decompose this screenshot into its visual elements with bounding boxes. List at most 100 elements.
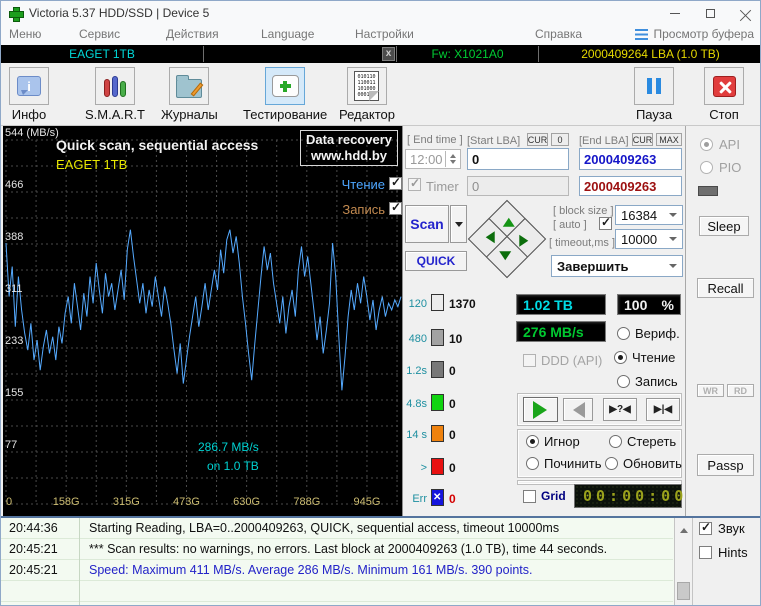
logs-button[interactable]: Журналы xyxy=(161,67,218,122)
end-lba-max-button[interactable]: MAX xyxy=(656,133,682,146)
action-remap-radio[interactable] xyxy=(526,457,539,470)
stop-button[interactable]: Стоп xyxy=(704,67,744,122)
menu-item-service[interactable]: Сервис xyxy=(79,27,120,41)
stop-label: Стоп xyxy=(709,107,738,122)
info-button[interactable]: i Инфо xyxy=(9,67,49,122)
start-lba-zero-button[interactable]: 0 xyxy=(551,133,569,146)
pause-button[interactable]: Пауза xyxy=(634,67,674,122)
write-overlay-checkbox[interactable] xyxy=(389,202,402,215)
end-time-value: 12:00 xyxy=(410,152,443,167)
scroll-up-icon xyxy=(680,524,688,533)
seek-pad xyxy=(471,203,543,275)
end-lba-cur-button[interactable]: CUR xyxy=(632,133,653,146)
mode-verify-radio[interactable] xyxy=(617,327,630,340)
pio-radio[interactable] xyxy=(700,161,713,174)
menu-item-settings[interactable]: Настройки xyxy=(355,27,414,41)
log-row-empty xyxy=(1,581,673,602)
menu-item-actions[interactable]: Действия xyxy=(166,27,219,41)
buffer-view-label: Просмотр буфера xyxy=(653,27,754,41)
mode-read-radio[interactable] xyxy=(614,351,627,364)
stat-label: 480 xyxy=(401,333,427,345)
minimize-button[interactable] xyxy=(660,1,690,25)
close-button[interactable] xyxy=(730,1,760,25)
capacity-segment: 2000409264 LBA (1.0 TB) xyxy=(539,45,761,63)
hints-checkbox[interactable] xyxy=(699,546,712,559)
log-row: 20:44:36 Starting Reading, LBA=0..200040… xyxy=(1,518,673,539)
ddd-checkbox[interactable] xyxy=(523,354,536,367)
buffer-view-button[interactable]: Просмотр буфера xyxy=(635,27,754,41)
end-lba-input[interactable]: 2000409263 xyxy=(579,148,682,170)
smart-button[interactable]: S.M.A.R.T xyxy=(85,67,145,122)
scan-dropdown-button[interactable] xyxy=(450,205,467,243)
stat-label: 14 s xyxy=(401,429,427,441)
end-time-label: [ End time ] xyxy=(407,134,463,146)
title-bar: Victoria 5.37 HDD/SSD | Device 5 xyxy=(1,1,760,25)
device-tab[interactable]: EAGET 1TB xyxy=(1,45,203,63)
action-erase-radio[interactable] xyxy=(609,435,622,448)
end-time-spinner[interactable]: 12:00 xyxy=(405,149,461,169)
testing-label: Тестирование xyxy=(243,107,327,122)
chevron-down-icon xyxy=(455,222,463,231)
current-lba-display: 2000409263 xyxy=(579,176,682,196)
maximize-button[interactable] xyxy=(695,1,725,25)
mode-write-radio[interactable] xyxy=(617,375,630,388)
wr-button[interactable]: WR xyxy=(697,384,724,397)
spinner-arrows[interactable] xyxy=(445,151,459,167)
current-speed-value: 276 MB/s xyxy=(523,324,584,340)
device-tab-label: EAGET 1TB xyxy=(69,47,135,61)
stat-label: 4.8s xyxy=(401,398,427,410)
timer-label: Timer xyxy=(426,179,459,194)
firmware-segment: Fw: X1021A0 xyxy=(397,45,538,63)
timer-checkbox[interactable] xyxy=(408,178,421,191)
menu-item-help[interactable]: Справка xyxy=(535,27,582,41)
graph-title: Quick scan, sequential access xyxy=(56,137,258,153)
tab-close-button[interactable]: x xyxy=(382,47,395,61)
timeout-label: [ timeout,ms ] xyxy=(549,237,615,249)
x-tick-label: 473G xyxy=(173,496,200,508)
start-lba-input[interactable]: 0 xyxy=(467,148,569,170)
rd-button[interactable]: RD xyxy=(727,384,754,397)
average-speed-note: 286.7 MB/s xyxy=(198,440,259,454)
action-refresh-radio[interactable] xyxy=(605,457,618,470)
testing-button[interactable]: Тестирование xyxy=(243,67,327,122)
read-overlay-checkbox[interactable] xyxy=(389,177,402,190)
timeout-combo[interactable]: 10000 xyxy=(615,229,683,249)
percent-unit: % xyxy=(662,297,674,313)
first-aid-kit-icon xyxy=(272,75,299,97)
step-back-button[interactable] xyxy=(563,398,593,421)
sleep-button[interactable]: Sleep xyxy=(699,216,749,236)
x-tick-label: 0 xyxy=(6,496,12,508)
read-overlay-label: Чтение xyxy=(321,177,385,192)
recall-button[interactable]: Recall xyxy=(697,278,754,298)
victoria-window: Victoria 5.37 HDD/SSD | Device 5 Меню Се… xyxy=(0,0,761,606)
x-tick-label: 630G xyxy=(233,496,260,508)
scan-button[interactable]: Scan xyxy=(405,205,449,243)
action-ignore-radio[interactable] xyxy=(526,435,539,448)
start-lba-cur-button[interactable]: CUR xyxy=(527,133,548,146)
passport-button[interactable]: Passp xyxy=(697,454,754,476)
start-test-button[interactable] xyxy=(523,397,558,422)
log-scrollbar[interactable] xyxy=(674,518,692,606)
current-speed-lcd: 276 MB/s xyxy=(516,321,606,342)
arrow-right-icon xyxy=(519,235,534,247)
block-size-combo[interactable]: 16384 xyxy=(615,205,683,225)
capacity-label: 2000409264 LBA (1.0 TB) xyxy=(581,47,720,61)
auto-checkbox[interactable] xyxy=(599,217,612,230)
action-ignore-label: Игнор xyxy=(544,434,580,449)
jump-end-button[interactable]: ▶|◀ xyxy=(646,398,680,421)
api-radio[interactable] xyxy=(700,138,713,151)
stat-count: 1370 xyxy=(449,297,476,311)
quick-button[interactable]: QUICK xyxy=(405,251,467,271)
menu-item-menu[interactable]: Меню xyxy=(9,27,41,41)
scroll-thumb[interactable] xyxy=(677,582,690,600)
menu-item-language[interactable]: Language xyxy=(261,27,314,41)
elapsed-time-value: 00:00:00 xyxy=(583,487,687,505)
sound-checkbox[interactable] xyxy=(699,522,712,535)
list-icon xyxy=(635,29,648,40)
after-scan-action-combo[interactable]: Завершить xyxy=(551,255,683,277)
watermark-line1: Data recovery xyxy=(306,132,392,148)
seek-test-button[interactable]: ▶?◀ xyxy=(603,398,637,421)
editor-button[interactable]: 010110 110011 101000 0001 Редактор xyxy=(339,67,395,122)
test-tubes-icon xyxy=(102,74,128,98)
grid-checkbox[interactable] xyxy=(523,490,536,503)
